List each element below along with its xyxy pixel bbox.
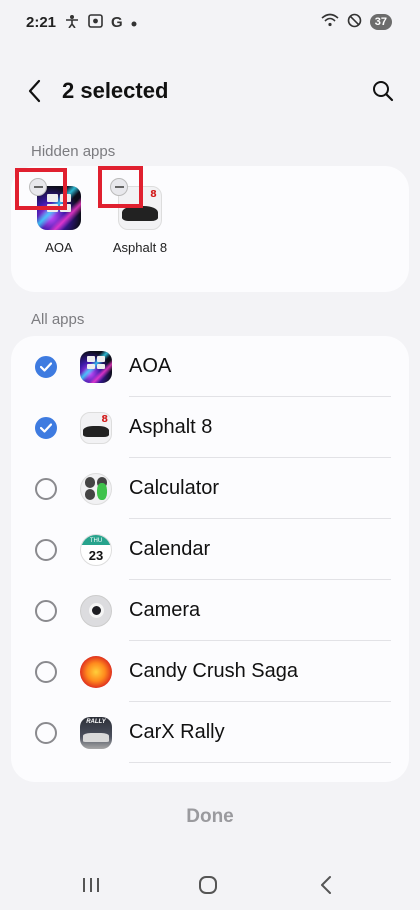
back-button[interactable] [20,76,50,106]
list-item-carx-rally[interactable]: RALLY CarX Rally [11,702,409,763]
list-item-calculator[interactable]: Calculator [11,458,409,519]
status-left: 2:21 G [26,14,137,31]
status-time: 2:21 [26,13,57,31]
hidden-apps-label: Hidden apps [31,143,116,160]
checkbox[interactable] [35,538,57,561]
asphalt-app-icon: 8 [80,411,112,444]
highlight-box [15,168,67,210]
chevron-left-icon [28,79,41,103]
all-apps-label: All apps [31,311,85,328]
check-icon [40,361,52,372]
all-apps-list: AOA 8 Asphalt 8 Calculator THU 23 Calend… [11,336,409,782]
home-icon [199,876,217,894]
check-icon [40,422,52,433]
carx-icon-text: RALLY [86,718,106,725]
hidden-app-name: Asphalt 8 [112,240,168,255]
recent-apps-icon [83,878,99,892]
calculator-app-icon [80,472,112,505]
list-item-aoa[interactable]: AOA [11,336,409,397]
calendar-weekday: THU [89,537,103,544]
recent-apps-button[interactable] [76,872,106,898]
search-button[interactable] [368,76,398,106]
highlight-box [98,166,143,208]
hidden-apps-card: AOA 8 Asphalt 8 [11,166,409,292]
status-bar: 2:21 G 37 [0,0,420,44]
divider [129,762,391,763]
checkbox[interactable] [35,599,57,622]
search-icon [373,81,394,102]
app-bar: 2 selected [0,62,420,120]
app-name: CarX Rally [129,721,225,743]
navigation-bar [0,860,420,910]
checkbox[interactable] [35,416,57,439]
app-name: Calendar [129,538,211,560]
app-name: Camera [129,599,201,621]
list-item-candy-crush[interactable]: Candy Crush Saga [11,641,409,702]
list-item-camera[interactable]: Camera [11,580,409,641]
accessibility-icon [64,14,80,31]
do-not-disturb-icon [347,13,362,32]
aoa-app-icon [80,350,112,383]
list-item-asphalt[interactable]: 8 Asphalt 8 [11,397,409,458]
carx-rally-app-icon: RALLY [80,716,112,749]
checkbox[interactable] [35,355,57,378]
app-name: AOA [129,355,172,377]
status-right: 37 [321,13,392,32]
app-name: Calculator [129,477,220,499]
candy-crush-app-icon [80,655,112,688]
checkbox[interactable] [35,477,57,500]
app-name: Asphalt 8 [129,416,213,438]
calendar-day: 23 [88,547,104,563]
nav-back-button[interactable] [311,872,341,898]
home-button[interactable] [193,872,223,898]
google-icon: G [111,13,123,31]
hidden-app-name: AOA [45,240,73,255]
list-item-calendar[interactable]: THU 23 Calendar [11,519,409,580]
wifi-icon [321,13,339,31]
app-name: Candy Crush Saga [129,660,298,682]
dot-icon [131,15,137,30]
screenshot-icon [88,13,103,31]
done-button[interactable]: Done [0,806,420,828]
checkbox[interactable] [35,721,57,744]
checkbox[interactable] [35,660,57,683]
page-title: 2 selected [62,78,169,103]
calendar-app-icon: THU 23 [80,533,112,566]
back-arrow-icon [321,876,331,894]
battery-indicator: 37 [369,14,392,30]
camera-app-icon [80,594,112,627]
